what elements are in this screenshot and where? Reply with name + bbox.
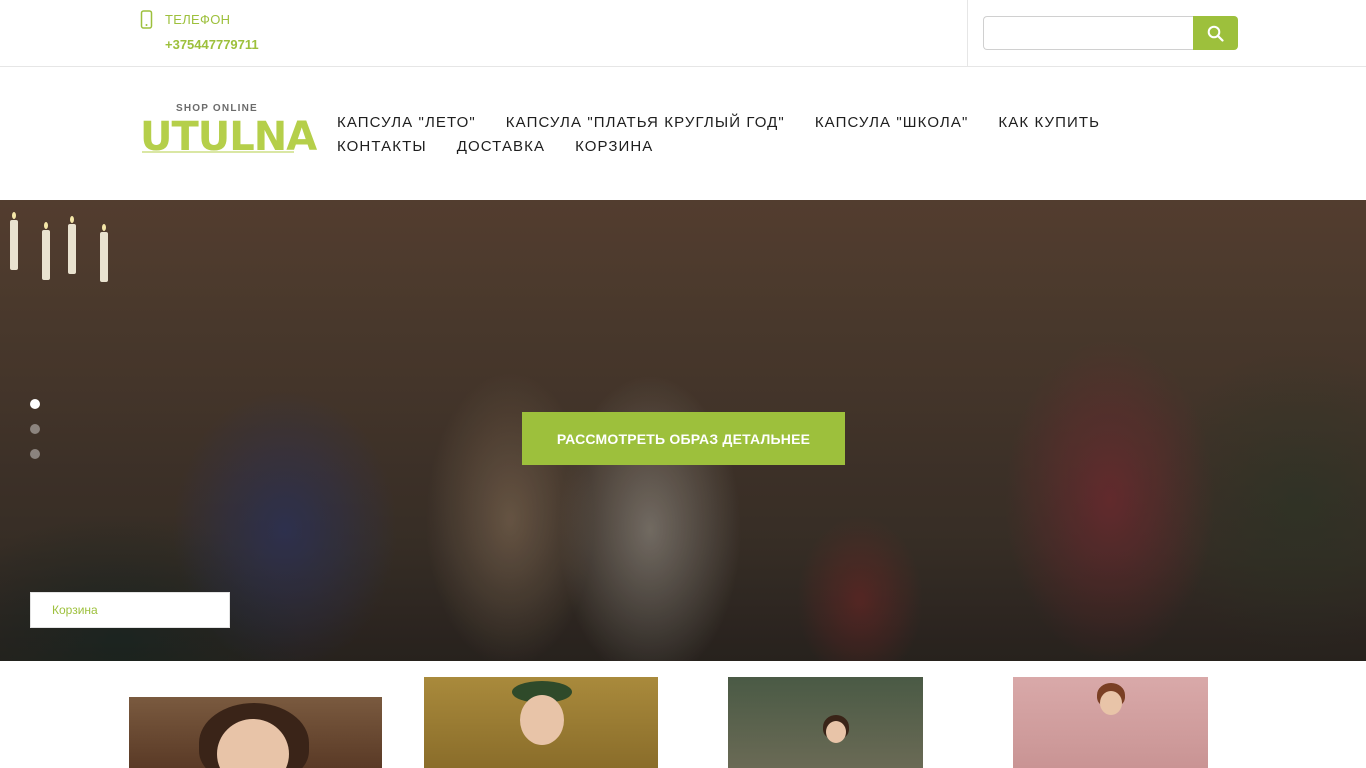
cart-widget[interactable]: Корзина	[30, 592, 230, 628]
search-input[interactable]	[983, 16, 1194, 50]
logo-underline	[142, 151, 294, 153]
search-button[interactable]	[1193, 16, 1238, 50]
slider-dot-3[interactable]	[30, 449, 40, 459]
slider-dot-1[interactable]	[30, 399, 40, 409]
product-photo-face	[826, 721, 846, 743]
product-card-image[interactable]	[728, 677, 923, 768]
view-look-button[interactable]: РАССМОТРЕТЬ ОБРАЗ ДЕТАЛЬНЕЕ	[522, 412, 845, 465]
hero-slider: РАССМОТРЕТЬ ОБРАЗ ДЕТАЛЬНЕЕ Корзина	[0, 200, 1366, 661]
product-card-image[interactable]	[129, 697, 382, 768]
decor-candle	[68, 216, 76, 274]
nav-item-capsule-dresses[interactable]: КАПСУЛА "ПЛАТЬЯ КРУГЛЫЙ ГОД"	[506, 114, 785, 131]
phone-label: ТЕЛЕФОН	[165, 12, 231, 27]
nav-item-capsule-school[interactable]: КАПСУЛА "ШКОЛА"	[815, 114, 969, 131]
product-photo-face	[1100, 691, 1122, 715]
nav-item-delivery[interactable]: ДОСТАВКА	[457, 138, 545, 155]
phone-number-link[interactable]: +375447779711	[165, 37, 259, 52]
top-bar: ТЕЛЕФОН +375447779711	[0, 0, 1366, 67]
site-logo[interactable]: SHOP ONLINE UTULNA	[140, 103, 317, 165]
nav-row-2: КОНТАКТЫ ДОСТАВКА КОРЗИНА	[337, 134, 1137, 158]
divider	[967, 0, 968, 66]
nav-item-capsule-summer[interactable]: КАПСУЛА "ЛЕТО"	[337, 114, 476, 131]
slider-dot-2[interactable]	[30, 424, 40, 434]
nav-row-1: КАПСУЛА "ЛЕТО" КАПСУЛА "ПЛАТЬЯ КРУГЛЫЙ Г…	[337, 110, 1137, 134]
search-icon	[1207, 25, 1224, 42]
nav-item-how-to-buy[interactable]: КАК КУПИТЬ	[998, 114, 1100, 131]
mobile-phone-icon	[140, 10, 153, 29]
product-card-image[interactable]	[1013, 677, 1208, 768]
decor-candle	[10, 212, 18, 270]
decor-candle	[100, 224, 108, 282]
product-photo-face	[520, 695, 564, 745]
decor-candle	[42, 222, 50, 280]
nav-item-contacts[interactable]: КОНТАКТЫ	[337, 138, 427, 155]
logo-wordmark: UTULNA	[140, 114, 317, 160]
main-nav: КАПСУЛА "ЛЕТО" КАПСУЛА "ПЛАТЬЯ КРУГЛЫЙ Г…	[337, 110, 1137, 158]
nav-item-cart[interactable]: КОРЗИНА	[575, 138, 653, 155]
product-card-image[interactable]	[424, 677, 658, 768]
